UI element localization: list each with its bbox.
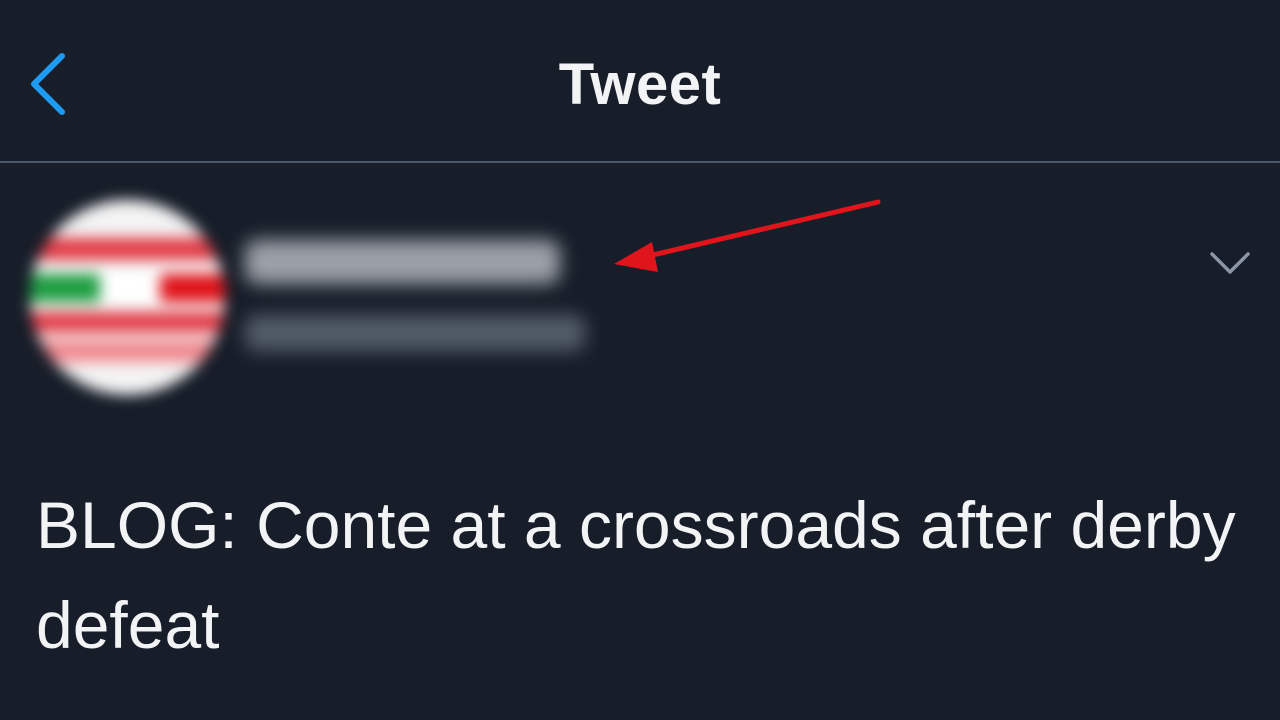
- header-divider: [0, 161, 1280, 163]
- more-options-button[interactable]: [1200, 242, 1260, 286]
- page-title: Tweet: [558, 52, 722, 117]
- user-handle-redacted[interactable]: [245, 315, 585, 351]
- annotation-arrow: [614, 199, 881, 272]
- chevron-down-icon: [1210, 252, 1250, 274]
- tweet-text: BLOG: Conte at a crossroads after derby …: [36, 488, 1236, 662]
- tweet-screen: Tweet BLOG: Conte at a crossroads after …: [0, 0, 1280, 720]
- avatar[interactable]: [30, 200, 225, 395]
- top-navigation-bar: Tweet: [0, 0, 1280, 162]
- user-display-name-redacted[interactable]: [245, 240, 560, 284]
